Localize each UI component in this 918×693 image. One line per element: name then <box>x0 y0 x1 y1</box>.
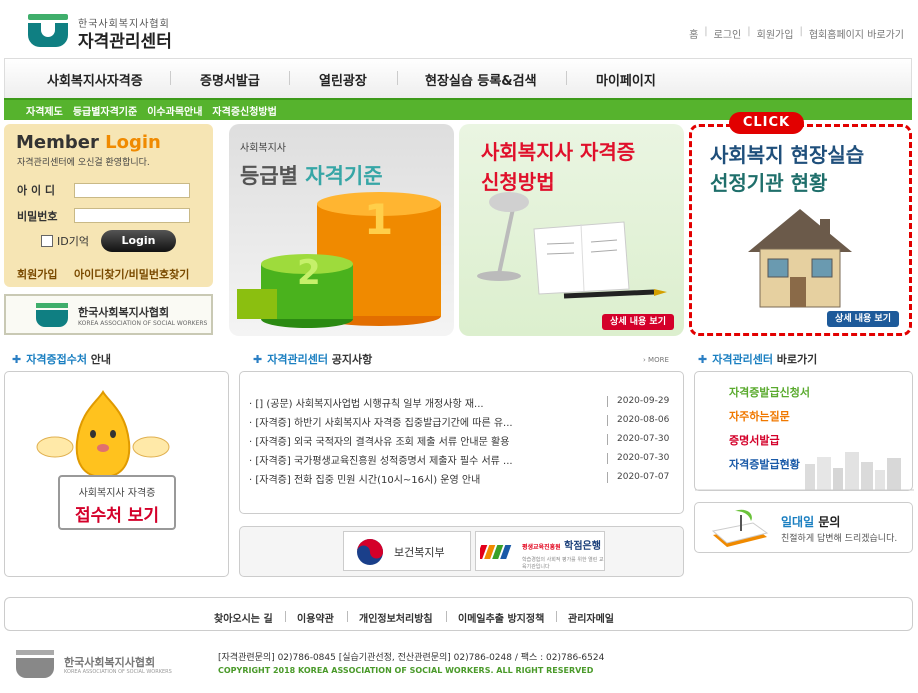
view-reception-button[interactable]: 사회복지사 자격증 접수처 보기 <box>58 475 176 530</box>
reception-button-line1: 사회복지사 자격증 <box>78 488 156 499</box>
id-label: 아 이 디 <box>17 184 56 197</box>
quick-link-application-form[interactable]: 자격증발급신청서 <box>729 384 810 400</box>
footer-copyright: COPYRIGHT 2018 KOREA ASSOCIATION OF SOCI… <box>218 666 594 675</box>
site-logo[interactable]: 한국사회복지사협회 자격관리센터 <box>24 14 184 52</box>
login-welcome: 자격관리센터에 오신걸 환영합니다. <box>17 158 150 168</box>
footer-association-name: 한국사회복지사협회 <box>64 656 156 669</box>
one-to-one-subtitle: 친절하게 답변해 드리겠습니다. <box>781 534 898 544</box>
top-link-home[interactable]: 홈 <box>689 26 698 41</box>
footer-logo: 한국사회복지사협회 KOREA ASSOCIATION OF SOCIAL WO… <box>16 650 196 680</box>
plus-icon: ✚ <box>698 353 708 366</box>
gnb-item-field-practice[interactable]: 현장실습 등록&검색 <box>425 70 537 89</box>
notice-row[interactable]: · [자격증] 국가평생교육진흥원 성적증명서 제출자 필수 서류 ... 202… <box>249 452 679 467</box>
subnav-item-apply-method[interactable]: 자격증신청방법 <box>212 103 276 118</box>
subnav-item-courses[interactable]: 이수과목안내 <box>147 103 202 118</box>
svg-text:2: 2 <box>297 253 321 293</box>
footer-contact-info: [자격관련문의] 02)786-0845 [실습기관선정, 전산관련문의] 02… <box>218 653 605 663</box>
notice-row[interactable]: · [자격증] 외국 국적자의 결격사유 조회 제출 서류 안내문 활용 2020… <box>249 433 679 448</box>
footer-link-terms[interactable]: 이용약관 <box>297 610 334 625</box>
logo-center-name: 자격관리센터 <box>78 32 172 52</box>
footer-link-directions[interactable]: 찾아오시는 길 <box>214 610 273 625</box>
gnb-item-mypage[interactable]: 마이페이지 <box>596 70 656 89</box>
quick-link-faq[interactable]: 자주하는질문 <box>729 408 790 424</box>
banner-grade-criteria[interactable]: 사회복지사 등급별 자격기준 1 2 <box>229 124 454 336</box>
banner-apply-detail-button[interactable]: 상세 내용 보기 <box>602 314 674 330</box>
click-badge[interactable]: CLICK <box>729 112 804 134</box>
association-logo-icon <box>34 303 70 327</box>
plus-icon: ✚ <box>253 353 263 366</box>
notice-section-title: ✚ 자격관리센터 공지사항 <box>253 353 373 366</box>
subnav-item-grade-criteria[interactable]: 등급별자격기준 <box>73 103 137 118</box>
one-to-one-inquiry[interactable]: 일대일 문의 친절하게 답변해 드리겠습니다. <box>694 502 913 553</box>
footer-logo-icon <box>16 650 54 678</box>
credit-bank-logo-icon <box>480 545 512 559</box>
association-eng-name: KOREA ASSOCIATION OF SOCIAL WORKERS <box>78 320 208 327</box>
banner-practice-detail-button[interactable]: 상세 내용 보기 <box>827 311 899 327</box>
notice-row[interactable]: · [] (공문) 사회복지사업법 시행규칙 일부 개정사항 재... 2020-… <box>249 395 679 410</box>
mohw-link[interactable]: 보건복지부 <box>343 531 471 571</box>
svg-text:1: 1 <box>364 195 393 244</box>
gnb-item-certificate[interactable]: 사회복지사자격증 <box>47 70 143 89</box>
mohw-name: 보건복지부 <box>394 546 445 559</box>
password-label: 비밀번호 <box>17 210 58 223</box>
reception-button-line2: 접수처 보기 <box>74 506 160 526</box>
reception-section-title: ✚ 자격증접수처 안내 <box>12 353 112 366</box>
one-to-one-title: 일대일 문의 <box>781 515 841 529</box>
remember-id-label: ID기억 <box>57 235 89 248</box>
notice-row[interactable]: · [자격증] 전화 집중 민원 시간(10시~16시) 운영 안내 2020-0… <box>249 471 679 486</box>
find-account-link[interactable]: 아이디찾기/비밀번호찾기 <box>74 266 189 282</box>
credit-bank-name: 평생교육진흥원 학점은행 <box>522 541 601 552</box>
remember-id-checkbox[interactable] <box>41 235 53 247</box>
footer-link-privacy[interactable]: 개인정보처리방침 <box>359 610 433 625</box>
password-input[interactable] <box>74 208 190 223</box>
login-title: Member Login <box>16 132 161 153</box>
top-utility-links: 홈 | 로그인 | 회원가입 | 협회홈페이지 바로가기 <box>689 26 904 41</box>
notice-more-link[interactable]: › MORE <box>643 356 669 364</box>
subnav-item-system[interactable]: 자격제도 <box>26 103 63 118</box>
top-link-login[interactable]: 로그인 <box>714 26 742 41</box>
plus-icon: ✚ <box>12 353 22 366</box>
join-link[interactable]: 회원가입 <box>17 266 57 282</box>
notice-row[interactable]: · [자격증] 하반기 사회복지사 자격증 집중발급기간에 따른 유... 202… <box>249 414 679 429</box>
quick-link-certificate-issuance[interactable]: 증명서발급 <box>729 432 780 448</box>
credit-bank-link[interactable]: 평생교육진흥원 학점은행 학습경험의 사회적 평가를 위한 열린 교육기관입니다 <box>475 531 605 571</box>
quick-link-issuance-status[interactable]: 자격증발급현황 <box>729 456 800 472</box>
credit-bank-subtitle: 학습경험의 사회적 평가를 위한 열린 교육기관입니다 <box>522 557 604 570</box>
logo-mark-icon <box>24 14 72 48</box>
banner-practice-institutions[interactable]: 사회복지 현장실습 선정기관 현황 상세 내용 보기 <box>689 124 912 336</box>
document-pen-illustration-icon <box>477 192 667 299</box>
gnb-item-issuance[interactable]: 증명서발급 <box>200 70 260 89</box>
login-button[interactable]: Login <box>101 230 176 252</box>
book-illustration-icon <box>711 509 769 547</box>
house-illustration-icon <box>748 209 852 308</box>
banner-apply-method[interactable]: 사회복지사 자격증 신청방법 상세 내용 보기 <box>459 124 684 336</box>
podium-illustration-icon: 1 2 <box>237 192 441 328</box>
login-box: Member Login 자격관리센터에 오신걸 환영합니다. 아 이 디 비밀… <box>4 124 213 287</box>
association-name: 한국사회복지사협회 <box>78 306 170 319</box>
top-link-association-home[interactable]: 협회홈페이지 바로가기 <box>809 26 904 41</box>
reception-box <box>4 371 229 577</box>
main-navigation: 사회복지사자격증 증명서발급 열린광장 현장실습 등록&검색 마이페이지 <box>4 58 912 98</box>
top-link-join[interactable]: 회원가입 <box>757 26 794 41</box>
quick-section-title: ✚ 자격관리센터 바로가기 <box>698 353 818 366</box>
gnb-item-open-square[interactable]: 열린광장 <box>319 70 367 89</box>
footer-link-admin-mail[interactable]: 관리자메일 <box>568 610 614 625</box>
mohw-emblem-icon <box>357 539 383 565</box>
footer-association-eng: KOREA ASSOCIATION OF SOCIAL WORKERS <box>64 669 172 675</box>
id-input[interactable] <box>74 183 190 198</box>
association-banner[interactable]: 한국사회복지사협회 KOREA ASSOCIATION OF SOCIAL WO… <box>4 294 213 335</box>
footer-link-email-policy[interactable]: 이메일추출 방지정책 <box>458 610 544 625</box>
